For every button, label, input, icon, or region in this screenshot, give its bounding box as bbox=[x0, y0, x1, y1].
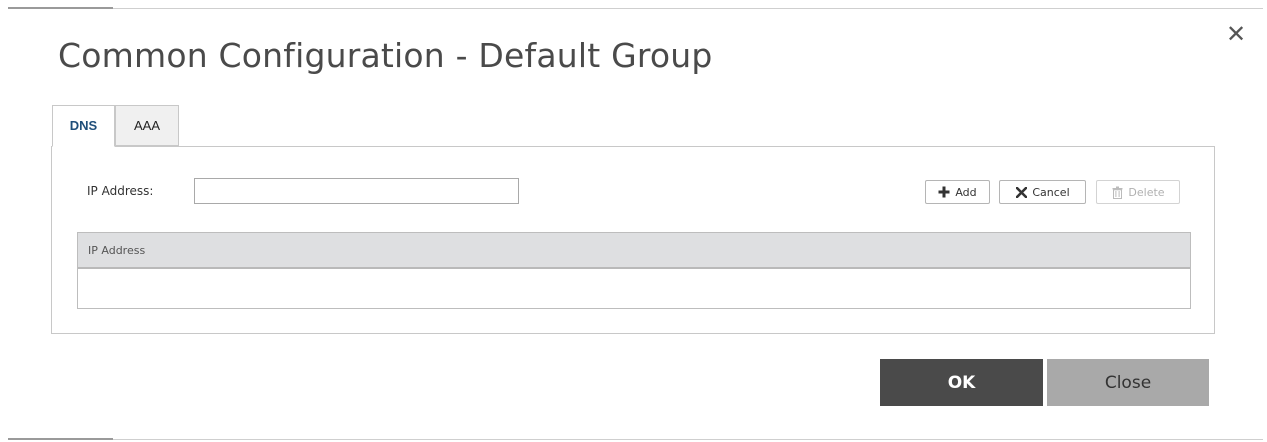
cancel-button[interactable]: Cancel bbox=[999, 180, 1086, 204]
ok-button[interactable]: OK bbox=[880, 359, 1043, 406]
add-button[interactable]: Add bbox=[925, 180, 990, 204]
delete-button[interactable]: Delete bbox=[1096, 180, 1180, 204]
ip-address-label: IP Address: bbox=[87, 184, 154, 198]
table-header: IP Address bbox=[78, 233, 1190, 269]
top-divider-accent bbox=[8, 7, 113, 9]
top-divider bbox=[8, 8, 1263, 9]
tab-aaa[interactable]: AAA bbox=[115, 105, 179, 146]
dialog-title: Common Configuration - Default Group bbox=[58, 36, 713, 75]
tab-dns[interactable]: DNS bbox=[52, 105, 115, 147]
delete-button-label: Delete bbox=[1128, 185, 1165, 199]
dns-tab-panel: IP Address: Add Cancel Delete IP Address bbox=[51, 146, 1215, 334]
cancel-button-label: Cancel bbox=[1032, 185, 1070, 199]
ip-address-input[interactable] bbox=[194, 178, 519, 204]
close-button[interactable]: Close bbox=[1047, 359, 1209, 406]
column-header-ip-address[interactable]: IP Address bbox=[88, 244, 145, 257]
ip-address-table: IP Address bbox=[77, 232, 1191, 309]
trash-icon bbox=[1111, 186, 1123, 199]
x-icon bbox=[1015, 186, 1027, 198]
bottom-divider-accent bbox=[8, 438, 113, 440]
bottom-divider bbox=[8, 439, 1263, 440]
add-button-label: Add bbox=[955, 185, 977, 199]
close-icon[interactable]: ✕ bbox=[1224, 22, 1248, 46]
plus-icon bbox=[938, 186, 950, 198]
